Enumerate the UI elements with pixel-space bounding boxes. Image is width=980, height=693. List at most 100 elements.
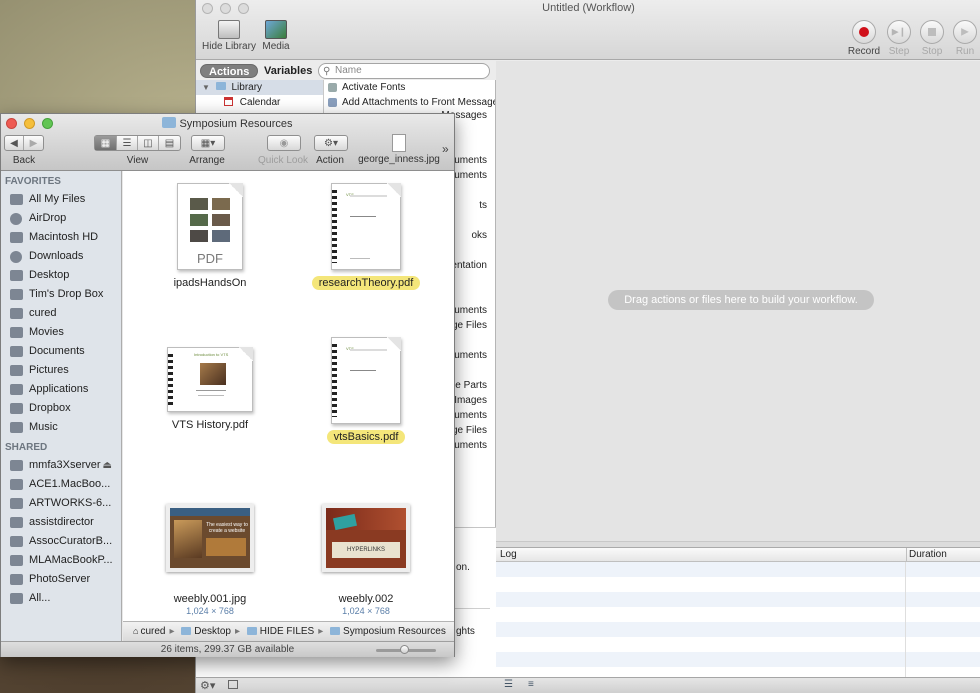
sidebar-item-all[interactable]: All... (1, 589, 121, 608)
icon-view-icon[interactable]: ▦ (95, 136, 117, 150)
finder-titlebar: Symposium Resources ◀ ▶ Back ▦ ☰ ◫ ▤ Vie… (1, 114, 454, 171)
tab-variables[interactable]: Variables (256, 64, 320, 78)
library-item-calendar[interactable]: Calendar (196, 95, 323, 110)
record-label: Record (847, 46, 881, 57)
step-button[interactable]: ▶❙ Step (886, 20, 912, 57)
sidebar-item-dropbox[interactable]: Dropbox (1, 399, 121, 418)
panel-toggle-icon[interactable] (228, 680, 238, 689)
duration-column-header[interactable]: Duration (906, 548, 947, 562)
eject-icon[interactable]: ⏏ (103, 456, 112, 475)
computer-icon (10, 555, 23, 566)
path-separator-icon: ▸ (234, 626, 240, 637)
quick-look-button[interactable]: ◉ (267, 135, 301, 151)
action-item-activate-fonts[interactable]: Activate Fonts (324, 80, 495, 95)
sidebar-item-label: PhotoServer (29, 573, 91, 585)
workflow-drop-hint: Drag actions or files here to build your… (608, 290, 874, 310)
path-item[interactable]: Symposium Resources (330, 622, 446, 641)
file-name: VTS History.pdf (171, 419, 249, 431)
path-item[interactable]: ⌂ cured (133, 622, 165, 641)
back-label: Back (12, 155, 36, 166)
cover-flow-icon[interactable]: ▤ (159, 136, 180, 150)
sidebar-item-mmfa3xserver[interactable]: mmfa3Xserver ⏏ (1, 456, 121, 475)
list-view-icon[interactable]: ☰ (504, 679, 513, 690)
sidebar-item-airdrop[interactable]: AirDrop (1, 209, 121, 228)
file-item[interactable]: HYPERLINKS weebly.002 1,024 × 768 (301, 504, 431, 616)
calendar-icon (224, 97, 233, 106)
file-item[interactable]: PDF ipadsHandsOn (145, 183, 275, 290)
pdf-document-icon: Introduction to VTS (167, 347, 253, 412)
pdf-badge: PDF (197, 251, 223, 266)
path-item[interactable]: Desktop (181, 622, 231, 641)
file-shortcut-button[interactable]: george_inness.jpg (356, 134, 442, 165)
log-column-header[interactable]: Log (500, 548, 517, 561)
folder-icon (330, 627, 341, 635)
action-item-add-attachments[interactable]: Add Attachments to Front Message (324, 95, 495, 110)
sidebar-item-cured[interactable]: cured (1, 304, 121, 323)
step-icon: ▶❙ (891, 26, 907, 37)
action-search-input[interactable]: ⚲ Name (318, 63, 490, 79)
file-item[interactable]: The easiest way to create a website weeb… (145, 504, 275, 616)
sidebar-item-downloads[interactable]: Downloads (1, 247, 121, 266)
back-arrow-icon[interactable]: ◀ (5, 136, 24, 150)
sidebar-item-documents[interactable]: Documents (1, 342, 121, 361)
slider-knob[interactable] (400, 645, 409, 654)
sidebar-item-photoserver[interactable]: PhotoServer (1, 570, 121, 589)
status-text: 26 items, 299.37 GB available (160, 644, 295, 655)
sidebar-item-all-my-files[interactable]: All My Files (1, 190, 121, 209)
sidebar-item-label: cured (29, 307, 57, 319)
action-button[interactable]: ⚙▾ (314, 135, 348, 151)
sidebar-item-label: Music (29, 421, 58, 433)
file-item[interactable]: VTS researchTheory.pdf (301, 183, 431, 290)
icon-size-slider[interactable] (376, 645, 436, 654)
toolbar-overflow-icon[interactable]: » (442, 142, 449, 156)
file-item[interactable]: Introduction to VTS VTS History.pdf (145, 347, 275, 432)
file-item[interactable]: VTS vtsBasics.pdf (301, 337, 431, 444)
sidebar-item-label: Desktop (29, 269, 70, 281)
arrange-button[interactable]: ▦▾ (191, 135, 225, 151)
window-title-text: Symposium Resources (179, 118, 293, 130)
sidebar-item-desktop[interactable]: Desktop (1, 266, 121, 285)
sidebar-item-label: Dropbox (29, 402, 71, 414)
sidebar-item-movies[interactable]: Movies (1, 323, 121, 342)
run-label: Run (955, 46, 975, 57)
run-button[interactable]: ▶ Run (952, 20, 978, 57)
gear-icon: ⚙▾ (324, 137, 338, 149)
action-item-label: Add Attachments to Front Message (342, 97, 495, 108)
folder-icon (10, 403, 23, 414)
workflow-area[interactable]: Drag actions or files here to build your… (496, 61, 980, 547)
sidebar-item-assistdirector[interactable]: assistdirector (1, 513, 121, 532)
sidebar-item-ace1-macbook[interactable]: ACE1.MacBoo... (1, 475, 121, 494)
sidebar-item-artworks[interactable]: ARTWORKS-6... (1, 494, 121, 513)
sidebar-item-pictures[interactable]: Pictures (1, 361, 121, 380)
sidebar-item-tims-drop-box[interactable]: Tim's Drop Box (1, 285, 121, 304)
finder-status-bar: 26 items, 299.37 GB available (1, 641, 454, 657)
gear-icon[interactable]: ⚙▾ (200, 679, 215, 692)
sidebar-item-macintosh-hd[interactable]: Macintosh HD (1, 228, 121, 247)
automator-titlebar: Untitled (Workflow) Hide Library Media R… (196, 0, 980, 60)
record-button[interactable]: Record (847, 20, 881, 57)
path-item[interactable]: HIDE FILES (246, 622, 314, 641)
sidebar-item-applications[interactable]: Applications (1, 380, 121, 399)
list-view-icon[interactable]: ☰ (117, 136, 138, 150)
stop-button[interactable]: Stop (919, 20, 945, 57)
media-button[interactable]: Media (260, 20, 292, 52)
folder-icon (246, 627, 257, 635)
library-item-label: Calendar (239, 97, 281, 108)
airdrop-icon (10, 213, 22, 225)
column-view-icon[interactable]: ◫ (138, 136, 159, 150)
hide-library-button[interactable]: Hide Library (202, 20, 256, 52)
action-item-label: Activate Fonts (342, 82, 406, 93)
forward-arrow-icon[interactable]: ▶ (24, 136, 43, 150)
library-item-library[interactable]: ▼ Library (196, 80, 323, 95)
sidebar-item-label: All My Files (29, 193, 86, 205)
log-rows (496, 562, 980, 682)
sidebar-item-assoccuratorb[interactable]: AssocCuratorB... (1, 532, 121, 551)
sidebar-item-label: Applications (29, 383, 89, 395)
mail-icon (328, 98, 337, 107)
column-view-icon[interactable]: ≡ (528, 679, 534, 690)
sidebar-section-shared: SHARED (5, 442, 48, 453)
sidebar-item-label: All... (29, 592, 51, 604)
sidebar-item-mlamacbookp[interactable]: MLAMacBookP... (1, 551, 121, 570)
sidebar-item-music[interactable]: Music (1, 418, 121, 437)
tab-actions[interactable]: Actions (200, 64, 259, 78)
